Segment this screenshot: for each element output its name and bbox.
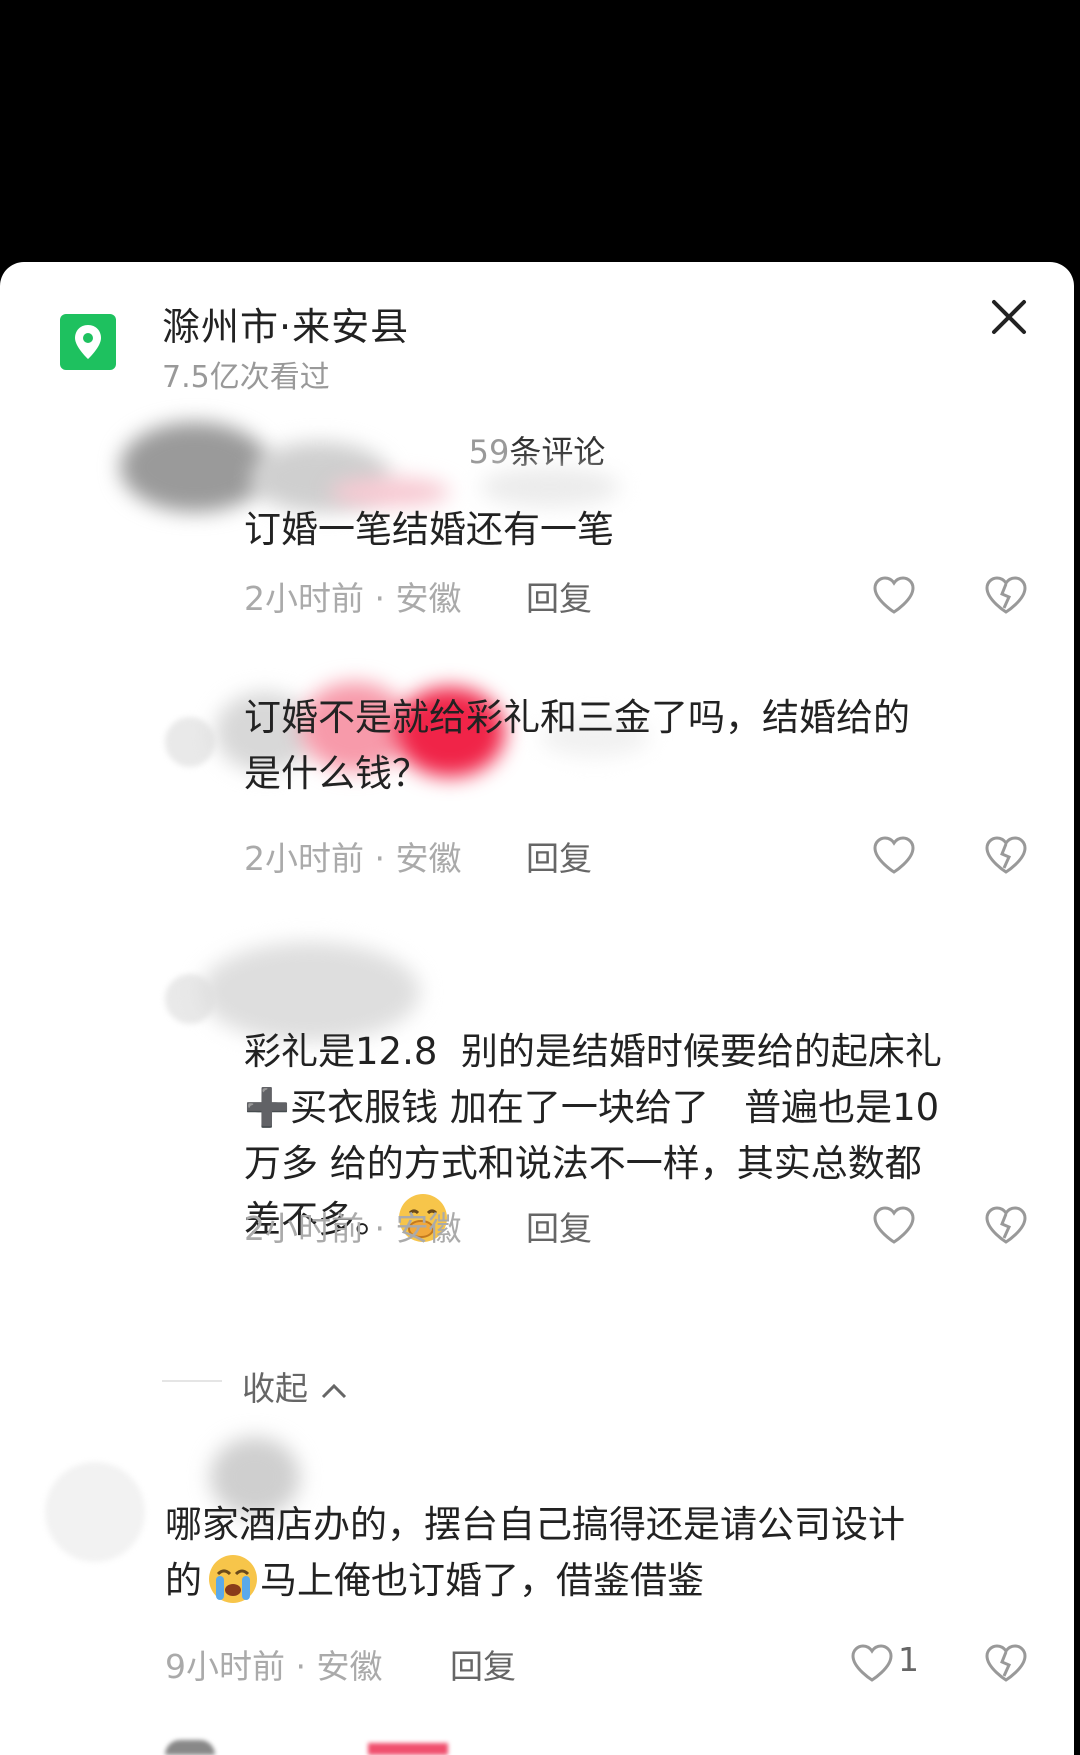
comment-4-meta: 9小时前 · 安徽	[165, 1647, 383, 1686]
location-header: 滁州市·来安县 7.5亿次看过	[0, 262, 1074, 402]
comment-count-label: 条评论	[509, 433, 606, 471]
comment-1-text: 订婚一笔结婚还有一笔	[244, 508, 614, 551]
comment-4-reply-button[interactable]: 回复	[450, 1640, 516, 1688]
collapse-label: 收起	[242, 1369, 308, 1408]
comment-4-text-end: 马上俺也订婚了，借鉴借鉴	[260, 1559, 704, 1602]
comment-1-reply-button[interactable]: 回复	[526, 572, 592, 620]
location-pin-icon[interactable]	[60, 314, 116, 370]
comment-3-reply-button[interactable]: 回复	[526, 1202, 592, 1250]
comments-sheet: 滁州市·来安县 7.5亿次看过 59条评论 订婚一笔结婚还有一笔 2小时前 · …	[0, 262, 1074, 1755]
view-count: 7.5亿次看过	[162, 360, 330, 395]
comment-2-text: 订婚不是就给彩礼和三金了吗，结婚给的 是什么钱？	[244, 696, 910, 795]
comment-4-like-icon[interactable]	[850, 1643, 894, 1683]
comment-1-meta: 2小时前 · 安徽	[244, 579, 462, 618]
loudly-crying-emoji	[206, 1552, 260, 1606]
comment-3-like-icon[interactable]	[872, 1205, 916, 1245]
comment-2-meta: 2小时前 · 安徽	[244, 839, 462, 878]
comment-count-number: 59	[468, 433, 510, 471]
collapse-replies-button[interactable]: 收起	[242, 1362, 349, 1410]
comment-2-reply-button[interactable]: 回复	[526, 832, 592, 880]
blurred-avatar	[165, 717, 215, 767]
chevron-up-icon	[321, 1383, 346, 1398]
comment-1-like-icon[interactable]	[872, 575, 916, 615]
comment-3-dislike-icon[interactable]	[984, 1205, 1028, 1245]
comment-4-dislike-icon[interactable]	[984, 1643, 1028, 1683]
comment-2-like-icon[interactable]	[872, 835, 916, 875]
comment-4-like-count: 1	[898, 1640, 919, 1679]
collapse-divider	[162, 1380, 222, 1382]
comment-4-text: 哪家酒店办的，摆台自己搞得还是请公司设计 的马上俺也订婚了，借鉴借鉴	[165, 1497, 905, 1610]
location-title[interactable]: 滁州市·来安县	[162, 296, 409, 351]
blurred-avatar	[45, 1462, 145, 1562]
blurred-avatar	[120, 422, 270, 512]
blurred-username	[480, 467, 620, 507]
comment-2-dislike-icon[interactable]	[984, 835, 1028, 875]
next-comment-peek	[0, 1740, 1074, 1755]
comment-1-dislike-icon[interactable]	[984, 575, 1028, 615]
comment-3-meta: 2小时前 · 安徽	[244, 1209, 462, 1248]
close-icon[interactable]	[986, 294, 1032, 340]
